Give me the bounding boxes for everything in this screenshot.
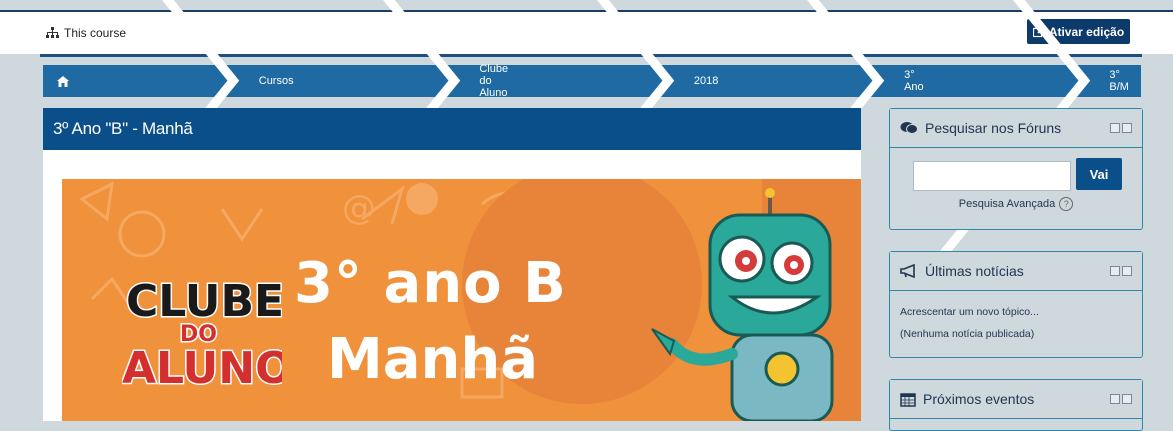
sitemap-icon [46, 27, 59, 38]
page-title: 3º Ano "B" - Manhã [43, 108, 861, 150]
dock-icon[interactable] [1122, 394, 1132, 404]
collapse-icon[interactable] [1110, 123, 1120, 133]
breadcrumb-home[interactable] [43, 65, 85, 97]
forum-search-row: Vai [890, 148, 1142, 191]
block-controls [1110, 123, 1132, 133]
bullhorn-icon [900, 264, 918, 278]
breadcrumb-cursos[interactable]: Cursos [245, 65, 306, 97]
latest-news-block: Últimas notícias Acrescentar um novo tóp… [889, 251, 1143, 358]
comments-icon [900, 121, 918, 135]
svg-text:CLUBE: CLUBE [126, 276, 282, 327]
breadcrumb-label: Cursos [258, 75, 294, 87]
breadcrumb-label: 3° Ano [904, 69, 924, 93]
forum-search-input[interactable] [913, 161, 1071, 191]
robot-mascot [651, 188, 834, 421]
breadcrumb-label: 3° B/M [1109, 69, 1129, 93]
latest-news-body: Acrescentar um novo tópico... (Nenhuma n… [890, 291, 1142, 355]
advanced-search: Pesquisa Avançada ? [890, 197, 1142, 211]
calendar-icon [900, 392, 916, 407]
upcoming-events-header: Próximos eventos [890, 380, 1142, 419]
course-banner: @ CLUBE DO ALUNO 3° ano B Manhã [62, 179, 861, 421]
latest-news-header: Últimas notícias [890, 252, 1142, 291]
banner-title-line2: Manhã [327, 327, 539, 392]
forum-search-button[interactable]: Vai [1076, 158, 1122, 190]
svg-text:@: @ [342, 188, 376, 228]
forum-search-title: Pesquisar nos Fóruns [925, 120, 1062, 136]
dock-icon[interactable] [1122, 266, 1132, 276]
forum-search-header: Pesquisar nos Fóruns [890, 109, 1142, 148]
breadcrumb-3-b-m[interactable]: 3° B/M [1095, 65, 1141, 97]
svg-text:ALUNO: ALUNO [122, 343, 282, 391]
latest-news-title: Últimas notícias [925, 263, 1024, 279]
breadcrumb: Cursos Clube do Aluno 2018 3° Ano 3° B/M [43, 0, 1141, 264]
breadcrumb-2018[interactable]: 2018 [680, 65, 730, 97]
breadcrumb-label: Clube do Aluno [479, 63, 509, 99]
home-icon [57, 75, 69, 87]
no-news-text: (Nenhuma notícia publicada) [900, 328, 1035, 340]
clube-do-aluno-logo: CLUBE DO ALUNO [121, 271, 294, 396]
collapse-icon[interactable] [1110, 394, 1120, 404]
block-controls [1110, 266, 1132, 276]
block-controls [1110, 394, 1132, 404]
upcoming-events-block: Próximos eventos [889, 379, 1143, 431]
breadcrumb-3-ano[interactable]: 3° Ano [890, 65, 936, 97]
upcoming-events-title: Próximos eventos [923, 391, 1035, 407]
main-content: 3º Ano "B" - Manhã @ CLUBE DO ALUNO 3° a… [43, 108, 861, 421]
breadcrumb-clube-do-aluno[interactable]: Clube do Aluno [465, 63, 520, 99]
advanced-search-link[interactable]: Pesquisa Avançada [959, 198, 1055, 210]
help-icon[interactable]: ? [1059, 197, 1074, 211]
dock-icon[interactable] [1122, 123, 1132, 133]
breadcrumb-label: 2018 [693, 75, 719, 87]
add-topic-link[interactable]: Acrescentar um novo tópico... [900, 301, 1132, 323]
banner-title-line1: 3° ano B [294, 251, 567, 316]
collapse-icon[interactable] [1110, 266, 1120, 276]
forum-search-block: Pesquisar nos Fóruns Vai Pesquisa Avança… [889, 108, 1143, 230]
